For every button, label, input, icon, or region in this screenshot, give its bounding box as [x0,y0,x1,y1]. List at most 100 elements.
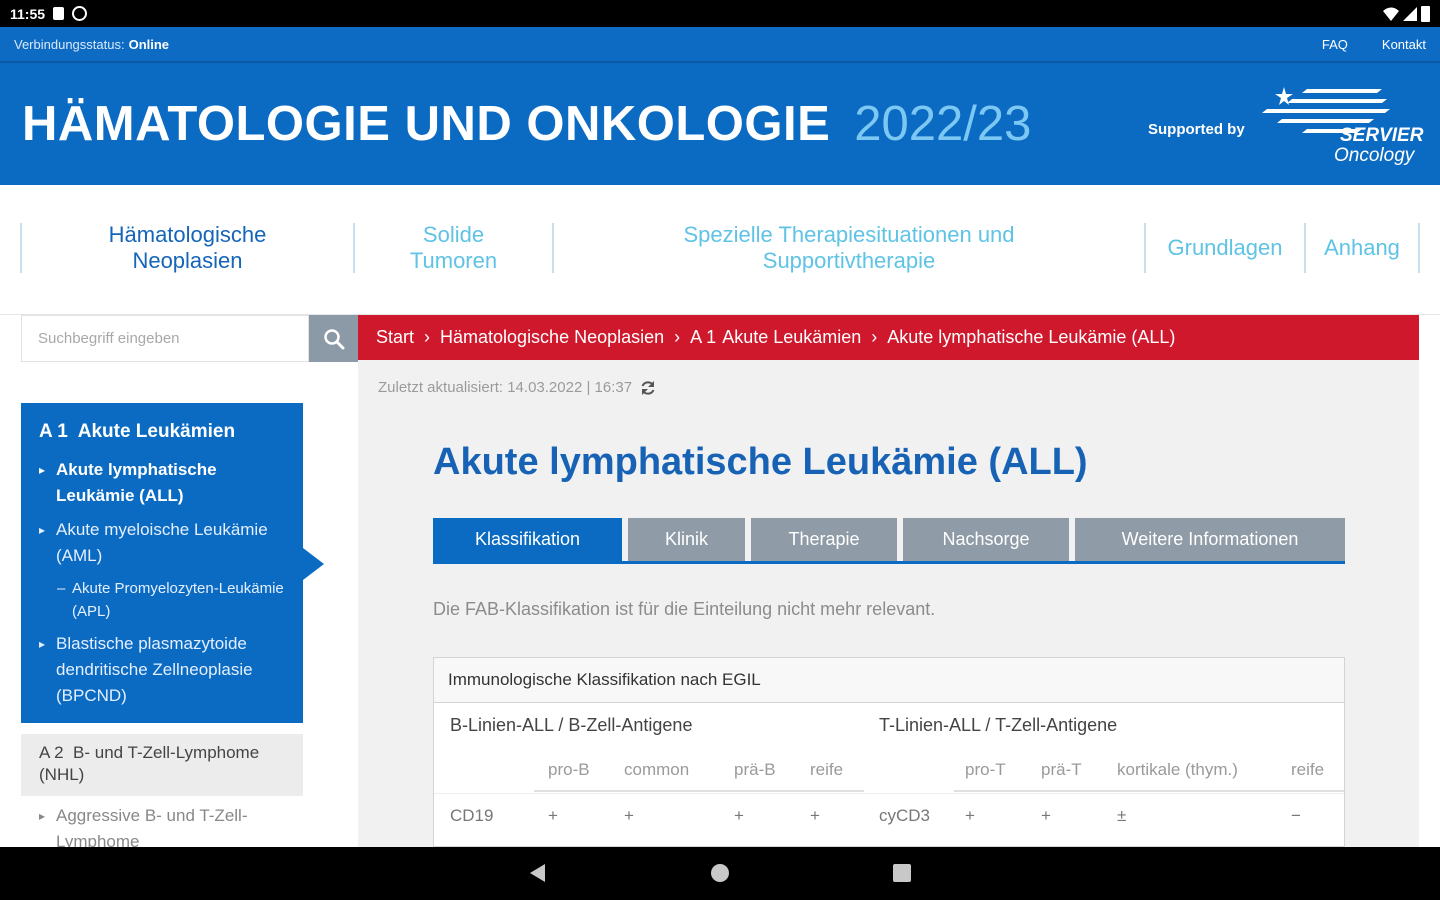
col-common: common [624,760,690,779]
cell-value: + [624,806,634,825]
nav-label-line1: Anhang [1324,235,1400,260]
fab-note: Die FAB-Klassifikation ist für die Einte… [433,599,936,619]
page-title: Akute lymphatische Leukämie (ALL) [433,441,1088,483]
cell-value: ± [1117,806,1127,825]
supported-by-label: Supported by [1148,121,1245,138]
tab-weitere-informationen[interactable]: Weitere Informationen [1075,518,1345,561]
site-title[interactable]: HÄMATOLOGIE UND ONKOLOGIE [22,96,830,152]
search-button[interactable] [309,315,358,362]
last-updated: Zuletzt aktualisiert: 14.03.2022 | 16:37 [378,379,656,396]
nav-anhang[interactable]: Anhang [1304,223,1418,273]
col-prae-t: prä-T [1041,760,1082,779]
col-reife-t: reife [1291,760,1325,779]
site-header: HÄMATOLOGIE UND ONKOLOGIE 2022/23 Suppor… [0,61,1440,185]
primary-navigation: Hämatologische Neoplasien Solide Tumoren S… [0,185,1440,315]
nav-label-line1: Solide [422,222,485,247]
edition-year: 2022/23 [854,97,1032,151]
nav-solide-tumoren[interactable]: Solide Tumoren [353,222,552,273]
sidebar-heading-label: Akute Leukämien [77,421,236,442]
tab-nachsorge[interactable]: Nachsorge [903,518,1069,561]
sd-card-icon [53,7,65,20]
nav-label-line2: Supportivtherapie [762,248,936,273]
android-navigation-bar [0,847,1440,900]
breadcrumb-chevron-icon: › [674,327,681,347]
sidebar-item-apl[interactable]: Akute Promyelozyten-Leukämie (APL) [39,577,285,623]
col-reife-b: reife [810,760,844,779]
sidebar-heading-number: A 1 [39,421,68,442]
cell-value: + [810,806,820,825]
breadcrumb-a1-number[interactable]: A 1 [690,327,716,348]
cell-value: + [734,806,744,825]
cell-value: − [1291,806,1301,825]
nav-spezielle-therapiesituationen[interactable]: Spezielle Therapiesituationen und Support… [552,222,1144,273]
table-column-header: pro-B common prä-B reife pro-T prä-T kor… [434,748,1344,793]
battery-icon [1421,5,1430,22]
table-row: CD19 + + + + cyCD3 + + ± − [434,793,1344,838]
tab-klinik[interactable]: Klinik [628,518,745,561]
clock: 11:55 [10,5,46,22]
search-icon [323,328,344,349]
search-input[interactable]: Suchbegriff eingeben [21,315,309,362]
cell-value: + [1041,806,1051,825]
recents-icon[interactable] [893,864,911,882]
row-t-marker: cyCD3 [879,806,931,825]
sidebar-section-a2[interactable]: A 2 B- und T-Zell-Lymphome (NHL) [21,734,303,796]
nav-label-line1: Grundlagen [1167,235,1283,260]
refresh-icon[interactable] [640,380,656,396]
breadcrumb-haematologische-neoplasien[interactable]: Hämatologische Neoplasien [440,327,664,348]
nav-label-line2: Neoplasien [132,248,243,273]
breadcrumb-chevron-icon: › [424,327,431,347]
breadcrumb-chevron-icon: › [871,327,878,347]
wifi-icon [1383,7,1399,21]
col-pro-b: pro-B [548,760,590,779]
connection-status: Online [128,36,170,52]
nav-divider [1418,223,1420,273]
nav-label-line1: Hämatologische [108,222,267,247]
cell-value: + [965,806,975,825]
sidebar-a2-label: B- und T-Zell-Lymphome (NHL) [39,743,260,784]
table-caption: Immunologische Klassifikation nach EGIL [434,658,1344,703]
sidebar-heading[interactable]: A 1 Akute Leukämien [39,421,285,443]
nav-haematologische-neoplasien[interactable]: Hämatologische Neoplasien [20,222,353,273]
android-status-bar: 11:55 [0,0,1440,27]
sidebar-item-bpcnd[interactable]: Blastische plasmazytoide dendritische Ze… [39,631,285,709]
tab-klassifikation[interactable]: Klassifikation [433,518,622,561]
connection-label: Verbindungsstatus: [14,36,125,52]
row-b-marker: CD19 [450,806,494,825]
home-icon[interactable] [711,864,729,882]
group-b-lineage: B-Linien-ALL / B-Zell-Antigene [450,715,693,735]
sidebar-item-aml[interactable]: Akute myeloische Leukämie (AML) [39,517,285,569]
nav-label-line1: Spezielle Therapiesituationen und [683,222,1015,247]
content-panel: Start › Hämatologische Neoplasien › A 1 Ak… [358,315,1419,847]
nav-grundlagen[interactable]: Grundlagen [1144,223,1304,273]
connection-bar: Verbindungsstatus: Online FAQ Kontakt [0,27,1440,61]
col-pro-t: pro-T [965,760,1006,779]
back-icon[interactable] [530,864,545,882]
tab-therapie[interactable]: Therapie [751,518,897,561]
contact-link[interactable]: Kontakt [1382,37,1426,52]
nav-label-line2: Tumoren [409,248,498,273]
breadcrumb-akute-leukaemien[interactable]: Akute Leukämien [722,327,861,348]
content-tabs: Klassifikation Klinik Therapie Nachsorge… [433,518,1345,564]
breadcrumb: Start › Hämatologische Neoplasien › A 1 Ak… [358,315,1419,360]
breadcrumb-start[interactable]: Start [376,327,414,348]
table-group-header: B-Linien-ALL / B-Zell-Antigene T-Linien-… [434,703,1344,748]
sidebar-item-all[interactable]: Akute lymphatische Leukämie (ALL) [39,457,285,509]
signal-icon [1403,6,1417,21]
cell-value: + [548,806,558,825]
breadcrumb-current: Akute lymphatische Leukämie (ALL) [887,327,1176,347]
logo-text-oncology: Oncology [1334,145,1416,165]
last-updated-text: Zuletzt aktualisiert: 14.03.2022 | 16:37 [378,379,633,396]
sidebar-a2-number: A 2 [39,743,64,762]
col-kortikale: kortikale (thym.) [1117,760,1238,779]
group-t-lineage: T-Linien-ALL / T-Zell-Antigene [879,715,1118,735]
sidebar-section-a1: A 1 Akute Leukämien Akute lymphatische L… [21,403,303,723]
group-b-rule [534,790,864,792]
active-section-pointer [303,548,324,580]
group-t-rule [954,790,1344,792]
col-prae-b: prä-B [734,760,776,779]
sync-icon [72,6,88,21]
logo-text-servier: SERVIER [1340,125,1424,146]
faq-link[interactable]: FAQ [1322,37,1348,52]
servier-oncology-logo[interactable]: SERVIER Oncology [1262,85,1427,165]
